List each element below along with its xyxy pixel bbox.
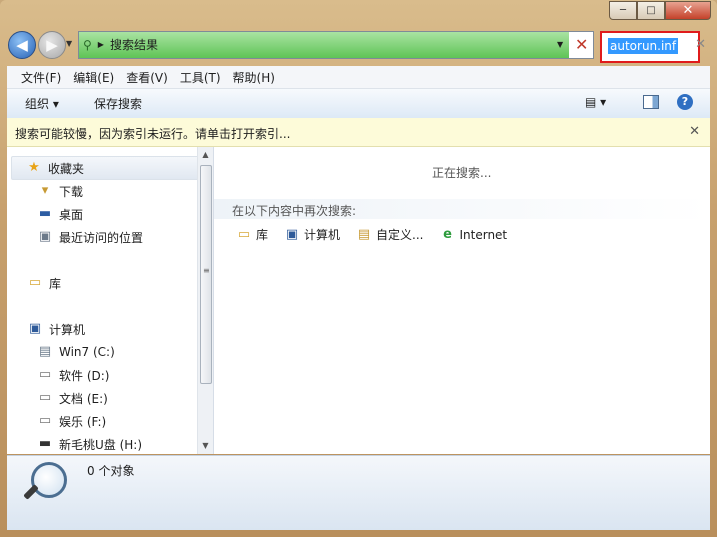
drive-icon: ▭ — [38, 367, 52, 382]
recent-places-icon: ▣ — [38, 229, 52, 244]
nav-drive-d[interactable]: ▭ 软件 (D:) — [37, 364, 110, 386]
navigation-pane: ★ 收藏夹 ▾ 下载 ▬ 桌面 ▣ 最近访问的位置 ▭ 库 ▣ 计算机 ▤ Wi… — [7, 147, 214, 454]
scroll-up-icon[interactable]: ▲ — [198, 147, 213, 163]
help-icon[interactable]: ? — [677, 94, 693, 110]
arrow-right-icon: ▶ — [46, 36, 58, 54]
results-pane: 正在搜索... 在以下内容中再次搜索: ▭ 库 ▣ 计算机 ▤ 自定义... e… — [214, 147, 710, 454]
back-button[interactable]: ◀ — [8, 31, 36, 59]
nav-downloads[interactable]: ▾ 下载 — [37, 180, 83, 202]
maximize-button[interactable]: □ — [637, 1, 665, 20]
search-again-computer-label: 计算机 — [304, 228, 341, 242]
star-icon: ★ — [28, 160, 40, 175]
close-button[interactable]: ✕ — [665, 1, 711, 20]
searching-status: 正在搜索... — [432, 166, 492, 180]
address-bar[interactable]: ⚲ ▶ 搜索结果 ▼ ✕ — [78, 31, 594, 59]
menu-view[interactable]: 查看(V) — [120, 66, 174, 88]
internet-explorer-icon: e — [443, 226, 452, 242]
arrow-left-icon: ◀ — [16, 36, 28, 54]
grip-icon: ≡ — [203, 266, 210, 275]
preview-pane-icon[interactable] — [643, 95, 659, 109]
nav-favorites-label: 收藏夹 — [48, 161, 85, 176]
nav-desktop-label: 桌面 — [59, 207, 84, 222]
search-again-internet[interactable]: e Internet — [439, 226, 507, 243]
library-folder-icon: ▭ — [28, 275, 42, 290]
navigation-scrollbar[interactable]: ▲ ≡ ▼ — [197, 147, 213, 454]
magnifier-icon — [31, 462, 67, 498]
search-input-value[interactable]: autorun.inf — [608, 38, 679, 54]
nav-drive-e[interactable]: ▭ 文档 (E:) — [37, 387, 108, 409]
computer-icon: ▣ — [285, 226, 299, 242]
search-again-header: 在以下内容中再次搜索: — [214, 199, 710, 219]
nav-favorites[interactable]: ★ 收藏夹 — [11, 156, 211, 180]
recent-pages-dropdown[interactable]: ▼ — [66, 39, 72, 48]
search-icon: ⚲ — [83, 37, 92, 52]
nav-recent-places[interactable]: ▣ 最近访问的位置 — [37, 226, 143, 248]
nav-computer[interactable]: ▣ 计算机 — [27, 318, 85, 340]
scroll-down-icon[interactable]: ▼ — [198, 438, 213, 454]
nav-recent-label: 最近访问的位置 — [59, 230, 144, 245]
nav-libraries[interactable]: ▭ 库 — [27, 272, 61, 294]
explorer-window: ─ □ ✕ ◀ ▶ ▼ ⚲ ▶ 搜索结果 ▼ ✕ autorun.inf ✕ 文… — [0, 0, 717, 537]
search-input[interactable]: autorun.inf ✕ — [600, 31, 706, 63]
breadcrumb-search-results[interactable]: 搜索结果 — [110, 36, 158, 53]
nav-drive-f[interactable]: ▭ 娱乐 (F:) — [37, 410, 106, 432]
stop-search-button[interactable]: ✕ — [575, 35, 588, 54]
nav-downloads-label: 下载 — [59, 184, 84, 199]
drive-icon: ▭ — [38, 390, 52, 405]
menu-tools[interactable]: 工具(T) — [174, 66, 227, 88]
nav-libraries-label: 库 — [49, 276, 62, 291]
drive-h-label: 新毛桃U盘 (H:) — [59, 437, 143, 452]
save-search-button[interactable]: 保存搜索 — [94, 95, 142, 112]
breadcrumb-separator-icon[interactable]: ▶ — [98, 40, 104, 49]
library-folder-icon: ▭ — [237, 226, 251, 242]
organize-button[interactable]: 组织 ▾ — [25, 95, 59, 112]
usb-drive-icon: ▬ — [38, 436, 52, 451]
command-bar: 组织 ▾ 保存搜索 ▤ ▾ ? — [7, 89, 710, 119]
custom-folder-icon: ▤ — [357, 226, 371, 242]
drive-f-label: 娱乐 (F:) — [59, 414, 107, 429]
minimize-button[interactable]: ─ — [609, 1, 637, 20]
search-again-custom-label: 自定义... — [376, 228, 424, 242]
info-bar-message[interactable]: 搜索可能较慢，因为索引未运行。请单击打开索引... — [15, 125, 290, 142]
search-again-computer[interactable]: ▣ 计算机 — [284, 226, 340, 243]
breadcrumb: ⚲ ▶ 搜索结果 — [83, 36, 158, 53]
computer-icon: ▣ — [28, 321, 42, 336]
change-view-button[interactable]: ▤ ▾ — [585, 95, 606, 109]
search-again-libraries-label: 库 — [256, 228, 269, 242]
menu-help[interactable]: 帮助(H) — [227, 66, 281, 88]
menu-bar: 文件(F) 编辑(E) 查看(V) 工具(T) 帮助(H) — [7, 66, 710, 89]
details-pane: 0 个对象 — [7, 455, 710, 530]
clear-search-icon[interactable]: ✕ — [695, 37, 706, 52]
address-dropdown-button[interactable]: ▼ — [557, 40, 563, 49]
search-again-internet-label: Internet — [459, 227, 508, 242]
downloads-folder-icon: ▾ — [41, 183, 49, 198]
item-count: 0 个对象 — [87, 464, 135, 478]
drive-d-label: 软件 (D:) — [59, 368, 110, 383]
nav-drive-c[interactable]: ▤ Win7 (C:) — [37, 341, 115, 363]
menu-edit[interactable]: 编辑(E) — [67, 66, 120, 88]
desktop-icon: ▬ — [38, 206, 52, 221]
caption-buttons: ─ □ ✕ — [609, 1, 711, 20]
menu-file[interactable]: 文件(F) — [15, 66, 67, 88]
scrollbar-thumb[interactable]: ≡ — [200, 165, 212, 384]
nav-computer-label: 计算机 — [49, 322, 86, 337]
forward-button[interactable]: ▶ — [38, 31, 66, 59]
system-drive-icon: ▤ — [38, 344, 52, 359]
search-again-custom[interactable]: ▤ 自定义... — [356, 226, 424, 243]
nav-drive-h[interactable]: ▬ 新毛桃U盘 (H:) — [37, 433, 142, 455]
info-bar-close-icon[interactable]: ✕ — [689, 124, 700, 139]
search-again-libraries[interactable]: ▭ 库 — [236, 226, 268, 243]
nav-desktop[interactable]: ▬ 桌面 — [37, 203, 83, 225]
drive-e-label: 文档 (E:) — [59, 391, 108, 406]
drive-icon: ▭ — [38, 413, 52, 428]
search-again-options: ▭ 库 ▣ 计算机 ▤ 自定义... e Internet — [236, 226, 507, 243]
search-again-label: 在以下内容中再次搜索: — [232, 204, 357, 218]
drive-c-label: Win7 (C:) — [59, 345, 115, 359]
index-info-bar[interactable]: 搜索可能较慢，因为索引未运行。请单击打开索引... ✕ — [7, 118, 710, 147]
